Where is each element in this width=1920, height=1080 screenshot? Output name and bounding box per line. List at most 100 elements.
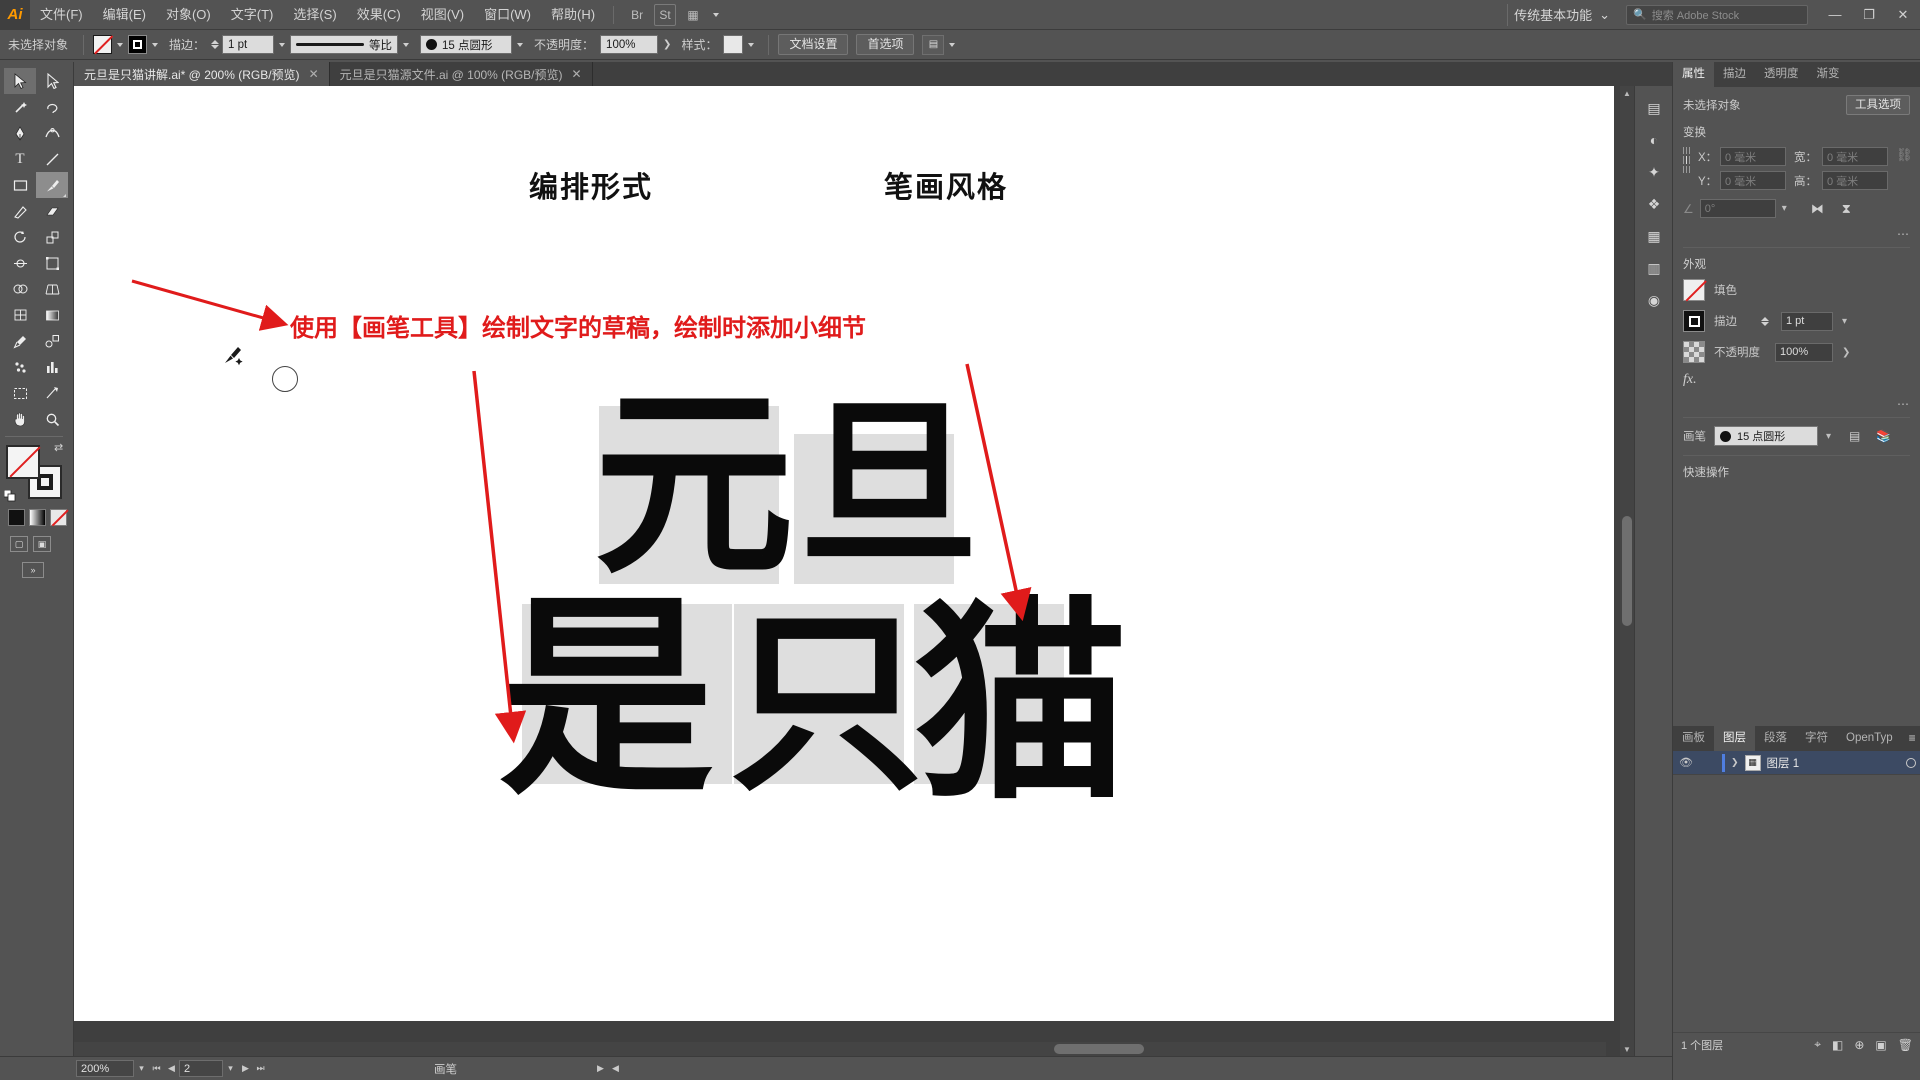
stroke-color-swatch[interactable] (128, 35, 148, 54)
menu-object[interactable]: 对象(O) (156, 0, 221, 30)
tool-options-button[interactable]: 工具选项 (1846, 95, 1910, 115)
appearance-stroke-stepper[interactable] (1761, 316, 1769, 326)
layer-expand-icon[interactable]: ❯ (1731, 757, 1739, 768)
scroll-down-icon[interactable]: ▼ (1620, 1042, 1634, 1056)
locate-object-icon[interactable]: ⌖ (1814, 1037, 1821, 1052)
arrange-documents-chevron-down-icon[interactable] (713, 12, 720, 17)
add-effect-icon[interactable]: fx. (1683, 372, 1697, 388)
tab-properties[interactable]: 属性 (1673, 62, 1714, 87)
scale-tool[interactable] (36, 224, 68, 250)
gradient-tool[interactable] (36, 302, 68, 328)
stroke-weight-chevron-down-icon[interactable] (274, 35, 290, 55)
slice-tool[interactable] (36, 380, 68, 406)
artwork-char-3[interactable]: 是 (499, 591, 714, 806)
menu-help[interactable]: 帮助(H) (541, 0, 605, 30)
appearance-stroke-input[interactable]: 1 pt (1781, 311, 1833, 331)
delete-layer-icon[interactable]: 🗑 (1898, 1038, 1913, 1052)
column-graph-tool[interactable] (36, 354, 68, 380)
free-transform-tool[interactable] (36, 250, 68, 276)
color-mode-gradient-icon[interactable] (29, 509, 46, 526)
pen-tool[interactable] (4, 120, 36, 146)
canvas-horizontal-scrollbar[interactable] (74, 1042, 1606, 1056)
tab-opentype[interactable]: OpenTyp (1837, 726, 1902, 751)
brush-definition-select-panel[interactable]: 15 点圆形 (1714, 426, 1818, 446)
transform-y-input[interactable]: 0 毫米 (1720, 171, 1786, 190)
opacity-chevron-right-icon[interactable]: ❯ (1842, 347, 1850, 358)
width-tool[interactable] (4, 250, 36, 276)
stroke-weight-stepper[interactable] (211, 40, 220, 49)
zoom-tool[interactable] (36, 406, 68, 432)
shaper-tool[interactable] (4, 198, 36, 224)
align-chevron-down-icon[interactable] (944, 35, 960, 55)
menu-file[interactable]: 文件(F) (30, 0, 93, 30)
blend-tool[interactable] (36, 328, 68, 354)
restore-button[interactable]: ❐ (1852, 0, 1886, 30)
stroke-chevron-down-icon[interactable] (147, 35, 163, 55)
align-icon[interactable]: ▤ (922, 34, 945, 55)
symbols-icon[interactable]: ❖ (1635, 188, 1673, 220)
curvature-tool[interactable] (36, 120, 68, 146)
next-artboard-icon[interactable]: ▶ (238, 1060, 253, 1077)
preferences-button[interactable]: 首选项 (856, 34, 915, 55)
layers-panel-menu-icon[interactable]: ≡ (1902, 726, 1920, 751)
tab-transparency[interactable]: 透明度 (1755, 62, 1808, 87)
transform-more-icon[interactable]: ⋯ (1683, 227, 1910, 241)
appearance-more-icon[interactable]: ⋯ (1683, 397, 1910, 411)
search-input[interactable]: 🔍 搜索 Adobe Stock (1626, 4, 1808, 25)
lasso-tool[interactable] (36, 94, 68, 120)
scroll-up-icon[interactable]: ▲ (1620, 86, 1634, 100)
artboard-number-input[interactable]: 2 (179, 1060, 223, 1077)
flip-horizontal-icon[interactable]: ⧓ (1811, 201, 1824, 217)
zoom-level-input[interactable]: 200% (76, 1060, 134, 1077)
swatches-icon[interactable]: ▦ (1635, 220, 1673, 252)
transform-x-input[interactable]: 0 毫米 (1720, 147, 1786, 166)
new-layer-icon[interactable]: ▣ (1875, 1038, 1886, 1052)
color-mode-none-icon[interactable] (50, 509, 67, 526)
vertical-scroll-thumb[interactable] (1622, 516, 1632, 626)
status-back-icon[interactable]: ◀ (608, 1060, 623, 1077)
menu-window[interactable]: 窗口(W) (474, 0, 541, 30)
style-chevron-down-icon[interactable] (743, 35, 759, 55)
last-artboard-icon[interactable]: ⏭ (253, 1060, 268, 1077)
brush-chevron-down-icon[interactable]: ▾ (1826, 431, 1831, 442)
artwork-char-2[interactable]: 旦 (799, 396, 979, 576)
brush-definition-select[interactable]: 15 点圆形 (420, 35, 513, 54)
brush-libraries-icon[interactable]: 📚 (1876, 429, 1891, 443)
artwork-char-4[interactable]: 只 (729, 606, 924, 801)
flip-vertical-icon[interactable]: ⧗ (1842, 201, 1851, 217)
toolbar-more-icon[interactable]: » (22, 562, 44, 578)
brushes-icon[interactable]: ✦ (1635, 156, 1673, 188)
mesh-tool[interactable] (4, 302, 36, 328)
direct-selection-tool[interactable] (36, 68, 68, 94)
prev-artboard-icon[interactable]: ◀ (164, 1060, 179, 1077)
pathfinder-icon[interactable]: ◉ (1635, 284, 1673, 316)
menu-select[interactable]: 选择(S) (283, 0, 346, 30)
screen-mode-normal-icon[interactable]: ▢ (10, 536, 28, 552)
menu-effect[interactable]: 效果(C) (347, 0, 411, 30)
menu-edit[interactable]: 编辑(E) (93, 0, 156, 30)
stroke-weight-input[interactable]: 1 pt (222, 35, 275, 54)
close-button[interactable]: ✕ (1886, 0, 1920, 30)
opacity-chevron-right-icon[interactable]: ❯ (663, 39, 671, 50)
rotate-tool[interactable] (4, 224, 36, 250)
canvas-vertical-scrollbar[interactable]: ▲ ▼ (1620, 86, 1634, 1056)
layer-name[interactable]: 图层 1 (1767, 755, 1800, 771)
tab-stroke[interactable]: 描边 (1714, 62, 1755, 87)
tab-paragraph[interactable]: 段落 (1755, 726, 1796, 751)
artboard-chevron-down-icon[interactable]: ▾ (223, 1060, 238, 1077)
zoom-chevron-down-icon[interactable]: ▾ (134, 1060, 149, 1077)
make-clipping-mask-icon[interactable]: ◧ (1832, 1038, 1843, 1052)
stock-icon[interactable]: St (654, 3, 677, 26)
artboard[interactable]: 编排形式 笔画风格 使用【画笔工具】绘制文字的草稿，绘制时添加小细节 元 旦 是… (74, 86, 1614, 1021)
graphic-style-swatch[interactable] (723, 35, 744, 54)
appearance-opacity-input[interactable]: 100% (1775, 342, 1833, 362)
tab-character[interactable]: 字符 (1796, 726, 1837, 751)
default-fill-stroke-icon[interactable] (3, 489, 16, 502)
libraries-icon[interactable]: ▤ (1635, 92, 1673, 124)
angle-chevron-down-icon[interactable]: ▾ (1782, 203, 1787, 214)
perspective-grid-tool[interactable] (36, 276, 68, 302)
document-setup-button[interactable]: 文档设置 (778, 34, 849, 55)
transform-height-input[interactable]: 0 毫米 (1822, 171, 1888, 190)
brush-options-icon[interactable]: ▤ (1849, 429, 1860, 443)
horizontal-scroll-thumb[interactable] (1054, 1044, 1144, 1054)
